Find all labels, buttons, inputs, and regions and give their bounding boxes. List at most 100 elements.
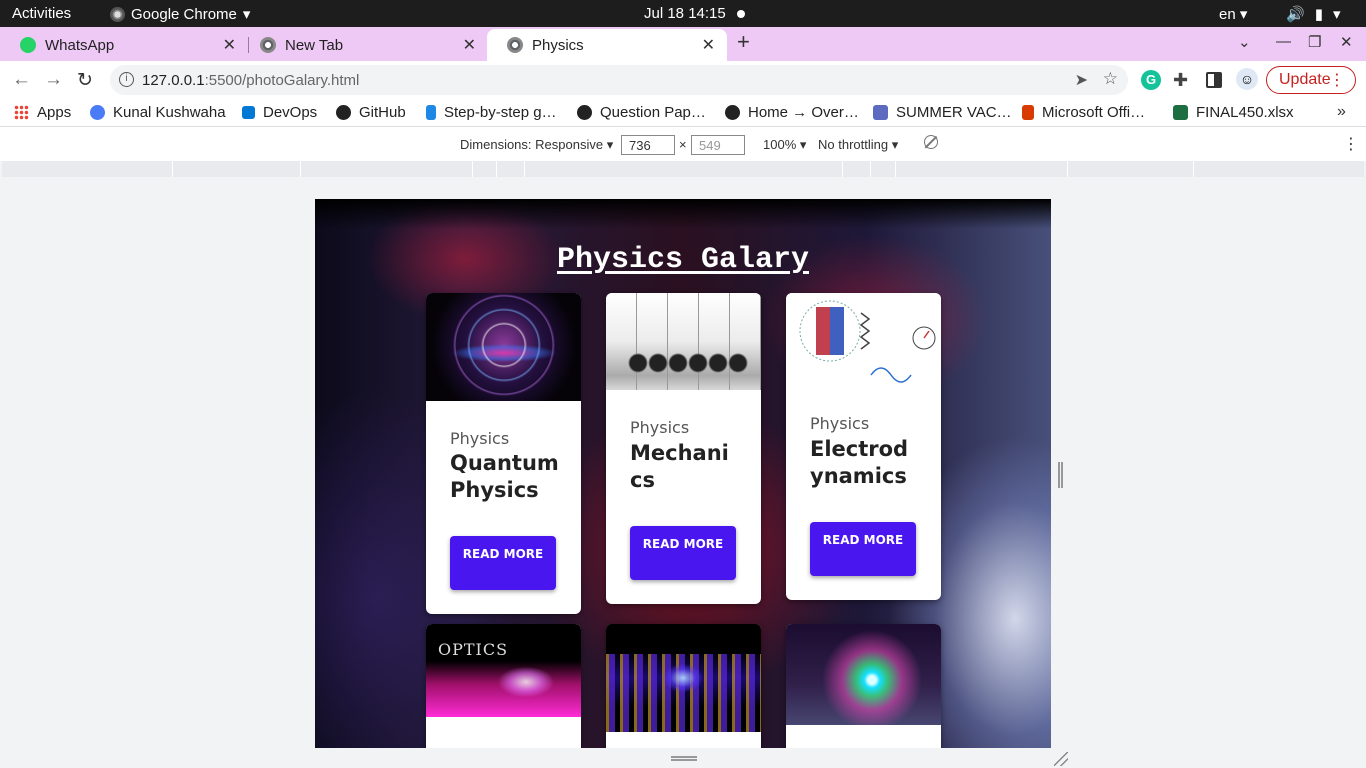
system-menu[interactable]: 🔊 ▮ ▾ — [1286, 5, 1340, 23]
bookmark-github[interactable]: GitHub — [336, 104, 406, 121]
bookmark-final450[interactable]: FINAL450.xlsx — [1173, 104, 1294, 121]
send-icon[interactable]: ➤ — [1075, 70, 1088, 90]
width-input[interactable]: 736 — [621, 135, 675, 155]
resize-handle-right[interactable] — [1058, 462, 1063, 488]
resize-handle-bottom[interactable] — [671, 756, 697, 761]
excel-icon — [1173, 105, 1188, 120]
extensions-icon[interactable]: ✚ — [1173, 70, 1193, 90]
activities-button[interactable]: Activities — [12, 5, 71, 22]
grammarly-icon[interactable]: G — [1141, 70, 1161, 90]
info-icon[interactable]: i — [119, 72, 134, 87]
more-bookmarks-icon[interactable]: » — [1337, 103, 1346, 121]
card-category: Physics — [630, 418, 690, 437]
address-bar[interactable]: i 127.0.0.1:5500/photoGalary.html ➤ ☆ — [110, 65, 1128, 95]
resize-handle-corner[interactable] — [1054, 752, 1068, 766]
optics-image: OPTICS — [426, 624, 581, 717]
forward-icon[interactable]: → — [44, 69, 63, 91]
globe-icon — [577, 105, 592, 120]
height-input[interactable]: 549 — [691, 135, 745, 155]
card-category: Physics — [450, 429, 510, 448]
card-title: Quantum Physics — [450, 451, 559, 502]
tab-title: Physics — [532, 36, 584, 54]
chevron-down-icon: ▾ — [1332, 6, 1341, 23]
card-title: Electrodynamics — [810, 437, 909, 488]
optics-image-text: OPTICS — [438, 640, 509, 659]
page-title: Physics Galary — [556, 243, 810, 277]
volume-icon: 🔊 — [1286, 6, 1305, 23]
tab-search-icon[interactable]: ⌄ — [1238, 33, 1251, 51]
kk-icon — [90, 105, 105, 120]
quantum-image — [426, 293, 581, 401]
chevron-down-icon: ▾ — [242, 6, 251, 23]
github-icon — [336, 105, 351, 120]
card-electrodynamics: Physics Electrodynamics READ MORE — [786, 293, 941, 600]
newtons-cradle-image — [606, 293, 761, 390]
tab-physics[interactable]: Physics ✕ — [487, 29, 727, 61]
app-name: Google Chrome — [131, 5, 237, 23]
back-icon[interactable]: ← — [12, 69, 31, 91]
more-menu-icon: ⋮ — [1329, 72, 1345, 89]
avatar[interactable]: ☺ — [1236, 68, 1258, 90]
card-title: Mechanics — [630, 441, 729, 492]
card-category: Physics — [810, 414, 870, 433]
emulated-viewport: Physics Galary Physics Quantum Physics R… — [315, 199, 1051, 748]
read-more-button[interactable]: READ MORE — [450, 536, 556, 590]
bookmark-question-papers[interactable]: Question Pap… — [577, 104, 706, 121]
chrome-icon — [260, 37, 276, 53]
close-icon[interactable]: ✕ — [702, 35, 715, 55]
throttling-dropdown[interactable]: No throttling ▾ — [818, 137, 898, 153]
tab-strip: WhatsApp ✕ New Tab ✕ Physics ✕ + ⌄ — ❐ ✕ — [0, 27, 1366, 61]
clock[interactable]: Jul 18 14:15 — [644, 5, 726, 22]
read-more-button[interactable]: READ MORE — [630, 526, 736, 580]
cosmic-image — [786, 624, 941, 725]
more-options-icon[interactable]: ⋮ — [1343, 134, 1359, 154]
forms-icon — [873, 105, 888, 120]
read-more-button[interactable]: READ MORE — [810, 522, 916, 576]
dimensions-dropdown[interactable]: Dimensions: Responsive ▾ — [460, 137, 613, 153]
battery-icon: ▮ — [1314, 6, 1323, 23]
browser-toolbar: ← → ↻ i 127.0.0.1:5500/photoGalary.html … — [0, 61, 1366, 99]
zoom-dropdown[interactable]: 100% ▾ — [763, 137, 806, 153]
notification-dot-icon — [737, 10, 745, 18]
chrome-icon — [110, 6, 125, 22]
card-cosmology — [786, 624, 941, 748]
minimize-icon[interactable]: — — [1276, 33, 1291, 50]
close-window-icon[interactable]: ✕ — [1340, 33, 1353, 51]
bookmark-microsoft-office[interactable]: Microsoft Offi… — [1022, 104, 1145, 121]
times-sign: × — [679, 137, 687, 152]
apps-grid-icon — [14, 105, 29, 120]
docs-icon — [426, 105, 436, 120]
bookmark-apps[interactable]: Apps — [14, 104, 71, 121]
office-icon — [1022, 105, 1034, 120]
app-menu[interactable]: Google Chrome ▾ — [110, 5, 250, 23]
globe-icon — [725, 105, 740, 120]
side-panel-icon[interactable] — [1206, 72, 1222, 88]
close-icon[interactable]: ✕ — [463, 35, 476, 55]
restore-icon[interactable]: ❐ — [1308, 33, 1321, 51]
bookmark-star-icon[interactable]: ☆ — [1103, 69, 1118, 89]
tab-title: New Tab — [285, 36, 344, 54]
reload-icon[interactable]: ↻ — [77, 69, 93, 92]
bookmark-step-by-step[interactable]: Step-by-step g… — [426, 104, 557, 121]
close-icon[interactable]: ✕ — [223, 35, 236, 55]
bookmark-kunal-kushwaha[interactable]: Kunal Kushwaha — [90, 104, 226, 121]
bookmark-home-overview[interactable]: Home → Over… — [725, 104, 859, 121]
language-indicator[interactable]: en ▾ — [1219, 5, 1247, 23]
new-tab-button[interactable]: + — [737, 29, 750, 55]
card-waves — [606, 624, 761, 748]
whatsapp-icon — [20, 37, 36, 53]
card-mechanics: Physics Mechanics READ MORE — [606, 293, 761, 604]
tab-whatsapp[interactable]: WhatsApp ✕ — [0, 29, 248, 61]
electromagnetic-induction-image — [786, 293, 941, 388]
url-text[interactable]: 127.0.0.1:5500/photoGalary.html — [142, 72, 359, 89]
globe-icon — [507, 37, 523, 53]
update-button[interactable]: Update ⋮ — [1266, 66, 1356, 94]
bookmarks-bar: Apps Kunal Kushwaha DevOps GitHub Step-b… — [0, 99, 1366, 127]
rotate-disabled-icon[interactable] — [924, 135, 938, 149]
media-query-bar[interactable] — [2, 161, 1364, 177]
system-top-bar: Activities Google Chrome ▾ Jul 18 14:15 … — [0, 0, 1366, 27]
bookmark-summer-vacation[interactable]: SUMMER VAC… — [873, 104, 1012, 121]
devops-icon — [242, 106, 255, 119]
bookmark-devops[interactable]: DevOps — [242, 104, 317, 121]
tab-new-tab[interactable]: New Tab ✕ — [240, 29, 488, 61]
